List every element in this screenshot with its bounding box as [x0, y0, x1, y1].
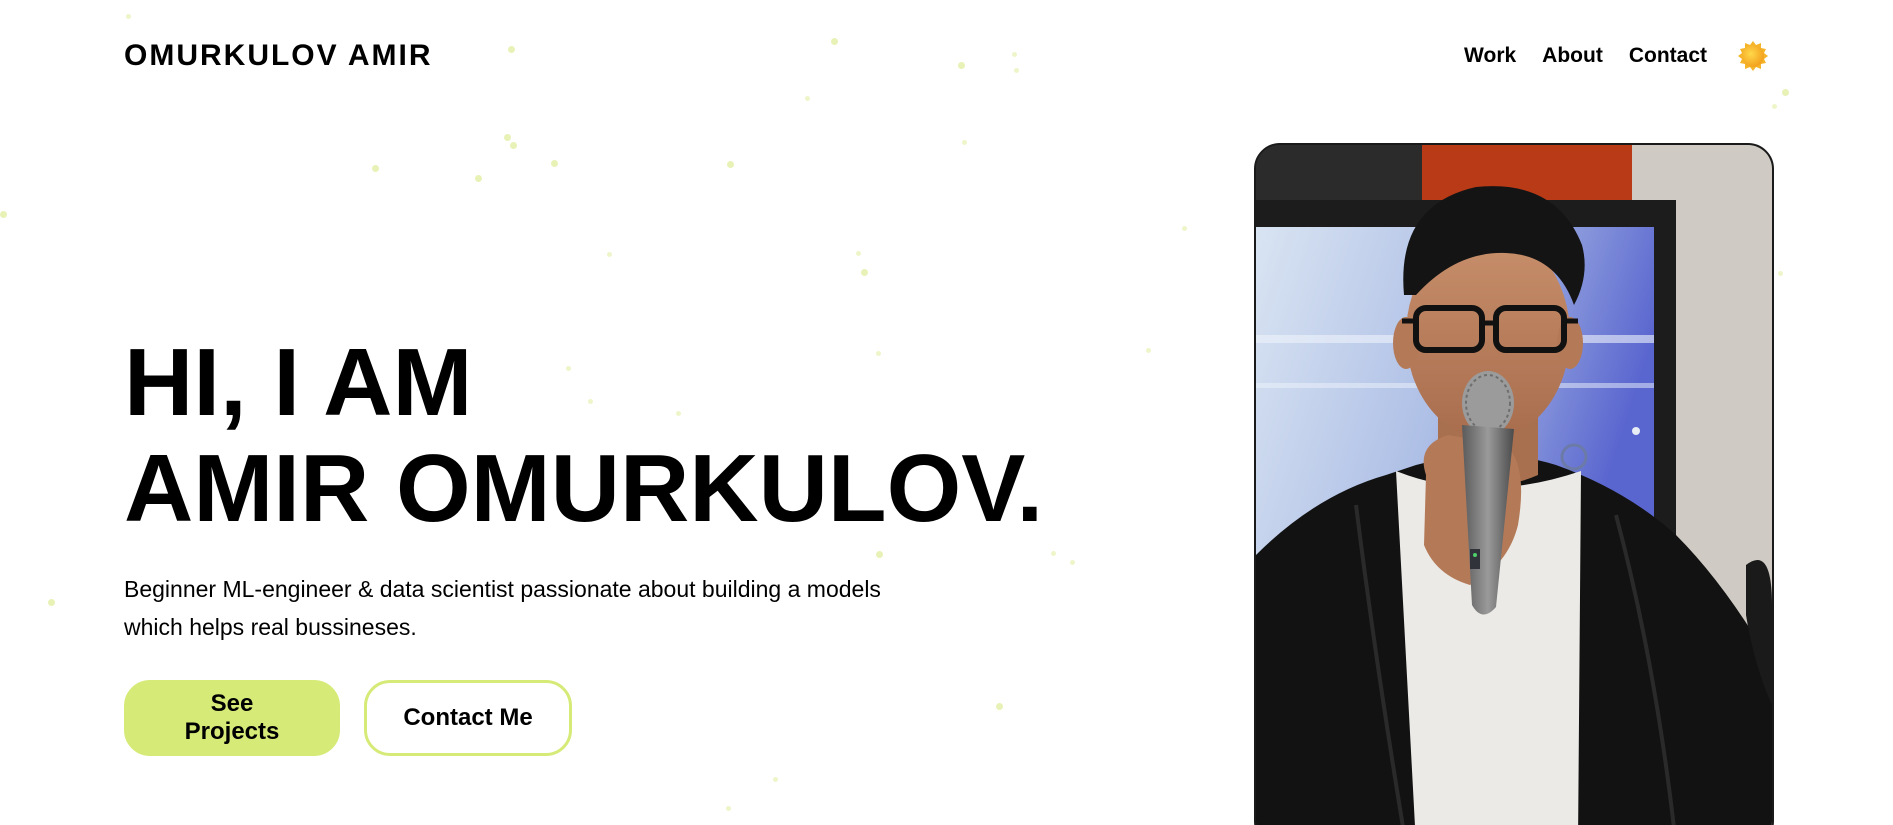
main-nav: Work About Contact — [1464, 40, 1769, 72]
hero-title-line-1: HI, I AM — [124, 329, 473, 436]
hero-subtitle-line-2: which helps real bussineses. — [124, 614, 417, 640]
profile-photo — [1254, 143, 1774, 825]
hero-buttons: See Projects Contact Me — [124, 680, 1124, 756]
hero-section: HI, I AM AMIR OMURKULOV. Beginner ML-eng… — [124, 330, 1124, 756]
site-header: OMURKULOV AMIR Work About Contact — [124, 30, 1769, 82]
portfolio-page: OMURKULOV AMIR Work About Contact HI, I … — [0, 0, 1893, 825]
nav-link-about[interactable]: About — [1542, 44, 1603, 68]
brand-logo[interactable]: OMURKULOV AMIR — [124, 39, 433, 73]
hero-subtitle-line-1: Beginner ML-engineer & data scientist pa… — [124, 576, 881, 602]
hero-subtitle: Beginner ML-engineer & data scientist pa… — [124, 570, 944, 646]
hero-title: HI, I AM AMIR OMURKULOV. — [124, 330, 1124, 542]
hero-title-line-2: AMIR OMURKULOV. — [124, 435, 1044, 542]
see-projects-button[interactable]: See Projects — [124, 680, 340, 756]
nav-link-contact[interactable]: Contact — [1629, 44, 1707, 68]
contact-me-button[interactable]: Contact Me — [364, 680, 572, 756]
nav-link-work[interactable]: Work — [1464, 44, 1516, 68]
sun-icon[interactable] — [1737, 40, 1769, 72]
